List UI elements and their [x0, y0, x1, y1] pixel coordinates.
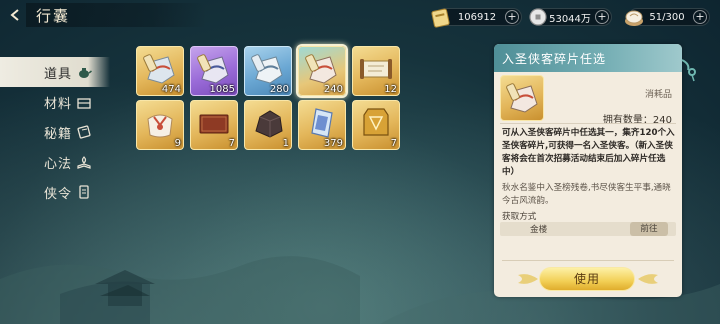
- item-slot[interactable]: 7: [190, 100, 238, 150]
- token-icon: [79, 185, 89, 199]
- nav-tab-manuals[interactable]: 秘籍: [0, 117, 110, 147]
- resource-banknote: 106912 +: [431, 8, 522, 28]
- fragment-bag-icon: [197, 54, 229, 84]
- add-silver-button[interactable]: +: [595, 10, 609, 24]
- item-count: 240: [323, 84, 343, 95]
- fragment-bag-icon: [506, 83, 538, 113]
- divider: [500, 123, 676, 124]
- item-slot[interactable]: 9: [136, 100, 184, 150]
- steamed-bun-icon: [625, 10, 643, 26]
- right-wing-ornament: [638, 274, 658, 284]
- nav-tab-materials[interactable]: 材料: [0, 87, 110, 117]
- chest-icon: [77, 98, 91, 109]
- goto-button[interactable]: 前往: [630, 222, 668, 236]
- item-slot[interactable]: 280: [244, 46, 292, 96]
- fragment-bag-icon: [143, 54, 175, 84]
- nav-tab-label: 材料: [44, 96, 73, 112]
- teapot-icon: [79, 68, 92, 78]
- use-button[interactable]: 使用: [539, 267, 635, 291]
- tassel-knot-icon: [681, 59, 696, 82]
- item-slot[interactable]: 7: [352, 100, 400, 150]
- panel-header: 入圣侠客碎片任选: [494, 44, 682, 72]
- nav-tab-label: 秘籍: [44, 126, 73, 142]
- page-title: 行囊: [36, 7, 71, 25]
- nav-tab-label: 心法: [44, 156, 73, 172]
- item-type: 消耗品: [644, 90, 672, 100]
- item-count: 1085: [209, 84, 235, 95]
- item-slot[interactable]: 474: [136, 46, 184, 96]
- item-detail-panel: 入圣侠客碎片任选 消耗品 拥有数量：240 可从入圣侠客碎片中任选其一，集齐12…: [494, 44, 682, 297]
- item-count: 379: [323, 138, 343, 149]
- silver-coin-icon: [529, 8, 547, 26]
- category-nav: 道具 材料 秘籍 心法 侠令: [0, 57, 110, 207]
- add-banknote-button[interactable]: +: [505, 10, 519, 24]
- item-slot-selected[interactable]: 240: [298, 46, 346, 96]
- item-count: 7: [228, 138, 235, 149]
- nav-tab-orders[interactable]: 侠令: [0, 177, 110, 207]
- nav-tab-label: 侠令: [44, 186, 73, 202]
- scroll-icon: [77, 125, 91, 139]
- item-description: 可从入圣侠客碎片中任选其一，集齐120个入圣侠客碎片,可获得一名入圣侠客。（新入…: [502, 128, 675, 177]
- item-count: 280: [269, 84, 289, 95]
- item-slot[interactable]: 379: [298, 100, 346, 150]
- resource-silver: 53044万 +: [529, 8, 612, 26]
- add-stamina-button[interactable]: +: [693, 10, 707, 24]
- item-slot[interactable]: 1: [244, 100, 292, 150]
- source-label: 获取方式: [502, 212, 537, 222]
- decorative-wave-line: [502, 260, 674, 261]
- left-wing-ornament: [518, 274, 538, 284]
- item-count: 12: [384, 84, 397, 95]
- back-button[interactable]: [4, 4, 28, 26]
- source-name: 金楼: [530, 225, 548, 235]
- item-count: 7: [390, 138, 397, 149]
- item-slot[interactable]: 1085: [190, 46, 238, 96]
- fragment-bag-icon: [305, 54, 337, 84]
- item-name: 入圣侠客碎片任选: [502, 52, 607, 66]
- nav-tab-mental-arts[interactable]: 心法: [0, 147, 110, 177]
- resource-stamina: 51/300 +: [625, 8, 710, 26]
- item-count: 1: [282, 138, 289, 149]
- banknote-icon: [431, 8, 450, 28]
- nav-tab-items[interactable]: 道具: [0, 57, 110, 87]
- top-bar: 行囊 106912 + 53044万 + 51/300 +: [0, 0, 720, 34]
- lotus-book-icon: [77, 156, 91, 169]
- ore-icon: [255, 110, 283, 138]
- gold-token-icon: [363, 108, 389, 136]
- gift-pouch-icon: [147, 114, 173, 138]
- red-book-icon: [199, 114, 229, 134]
- item-slot[interactable]: 12: [352, 46, 400, 96]
- jade-plate-icon: [311, 108, 333, 138]
- scroll-icon: [360, 59, 392, 79]
- item-flavor-text: 秋水名鉴中入圣榜残卷,书尽侠客生平事,通晓今古风流韵。: [502, 183, 671, 206]
- source-row: 金楼 前往: [500, 222, 676, 236]
- item-count: 9: [174, 138, 181, 149]
- back-arrow-icon: [10, 9, 19, 21]
- nav-tab-label: 道具: [44, 66, 73, 82]
- fragment-bag-icon: [251, 54, 283, 84]
- detail-item-icon: [500, 75, 544, 121]
- item-count: 474: [161, 84, 181, 95]
